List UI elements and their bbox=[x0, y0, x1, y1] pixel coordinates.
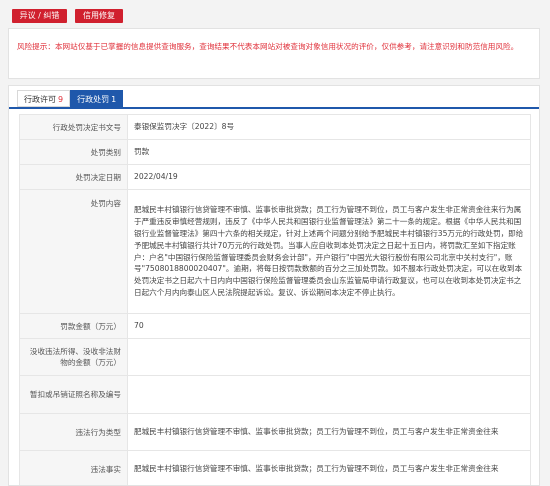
row-key: 处罚内容 bbox=[19, 189, 128, 314]
row-value bbox=[127, 338, 531, 376]
row-key: 没收违法所得、没收非法财物的金额（万元） bbox=[19, 338, 128, 376]
row-key: 暂扣或吊销证照名称及编号 bbox=[19, 375, 128, 414]
row-value: 肥城民丰村镇银行信贷管理不审慎、监事长审批贷款；员工行为管理不到位，员工与客户发… bbox=[127, 450, 531, 485]
table-row: 违法事实 肥城民丰村镇银行信贷管理不审慎、监事长审批贷款；员工行为管理不到位，员… bbox=[19, 450, 531, 485]
row-key: 处罚决定日期 bbox=[19, 164, 128, 190]
risk-notice: 风险提示：本网站仅基于已掌握的信息提供查询服务，查询结果不代表本网站对被查询对象… bbox=[8, 28, 540, 79]
table-row: 罚款金额（万元） 70 bbox=[19, 313, 531, 339]
table-row: 处罚类别 罚款 bbox=[19, 139, 531, 165]
row-value: 2022/04/19 bbox=[127, 164, 531, 190]
row-key: 处罚类别 bbox=[19, 139, 128, 165]
row-value: 肥城民丰村镇银行信贷管理不审慎、监事长审批贷款；员工行为管理不到位，员工与客户发… bbox=[127, 413, 531, 451]
table-row: 违法行为类型 肥城民丰村镇银行信贷管理不审慎、监事长审批贷款；员工行为管理不到位… bbox=[19, 413, 531, 451]
row-value: 肥城民丰村镇银行信贷管理不审慎、监事长审批贷款；员工行为管理不到位，员工与客户发… bbox=[127, 189, 531, 314]
table-row: 处罚内容 肥城民丰村镇银行信贷管理不审慎、监事长审批贷款；员工行为管理不到位，员… bbox=[19, 189, 531, 314]
row-value: 泰银保监罚决字〔2022〕8号 bbox=[127, 114, 531, 140]
objection-button[interactable]: 异议 / 纠错 bbox=[12, 9, 67, 23]
top-actions: 异议 / 纠错 信用修复 bbox=[12, 9, 123, 23]
row-value: 罚款 bbox=[127, 139, 531, 165]
table-row: 没收违法所得、没收非法财物的金额（万元） bbox=[19, 338, 531, 376]
tab-count: 1 bbox=[111, 95, 117, 104]
row-key: 行政处罚决定书文号 bbox=[19, 114, 128, 140]
tab-administrative-license[interactable]: 行政许可 9 bbox=[17, 90, 71, 107]
tab-count: 9 bbox=[58, 95, 64, 104]
tab-label: 行政处罚 bbox=[77, 95, 110, 104]
row-key: 罚款金额（万元） bbox=[19, 313, 128, 339]
table-row: 处罚决定日期 2022/04/19 bbox=[19, 164, 531, 190]
credit-repair-button[interactable]: 信用修复 bbox=[75, 9, 123, 23]
record-panel: 行政许可 9 行政处罚 1 行政处罚决定书文号 泰银保监罚决字〔2022〕8号 处罚… bbox=[8, 85, 540, 486]
tab-underline bbox=[9, 107, 539, 109]
table-row: 行政处罚决定书文号 泰银保监罚决字〔2022〕8号 bbox=[19, 114, 531, 140]
tab-label: 行政许可 bbox=[24, 95, 56, 104]
row-value bbox=[127, 375, 531, 414]
table-row: 暂扣或吊销证照名称及编号 bbox=[19, 375, 531, 414]
row-key: 违法行为类型 bbox=[19, 413, 128, 451]
penalty-detail-table: 行政处罚决定书文号 泰银保监罚决字〔2022〕8号 处罚类别 罚款 处罚决定日期… bbox=[19, 114, 531, 485]
row-key: 违法事实 bbox=[19, 450, 128, 485]
tab-administrative-penalty[interactable]: 行政处罚 1 bbox=[70, 90, 124, 107]
row-value: 70 bbox=[127, 313, 531, 339]
record-tabs: 行政许可 9 行政处罚 1 bbox=[17, 90, 124, 107]
